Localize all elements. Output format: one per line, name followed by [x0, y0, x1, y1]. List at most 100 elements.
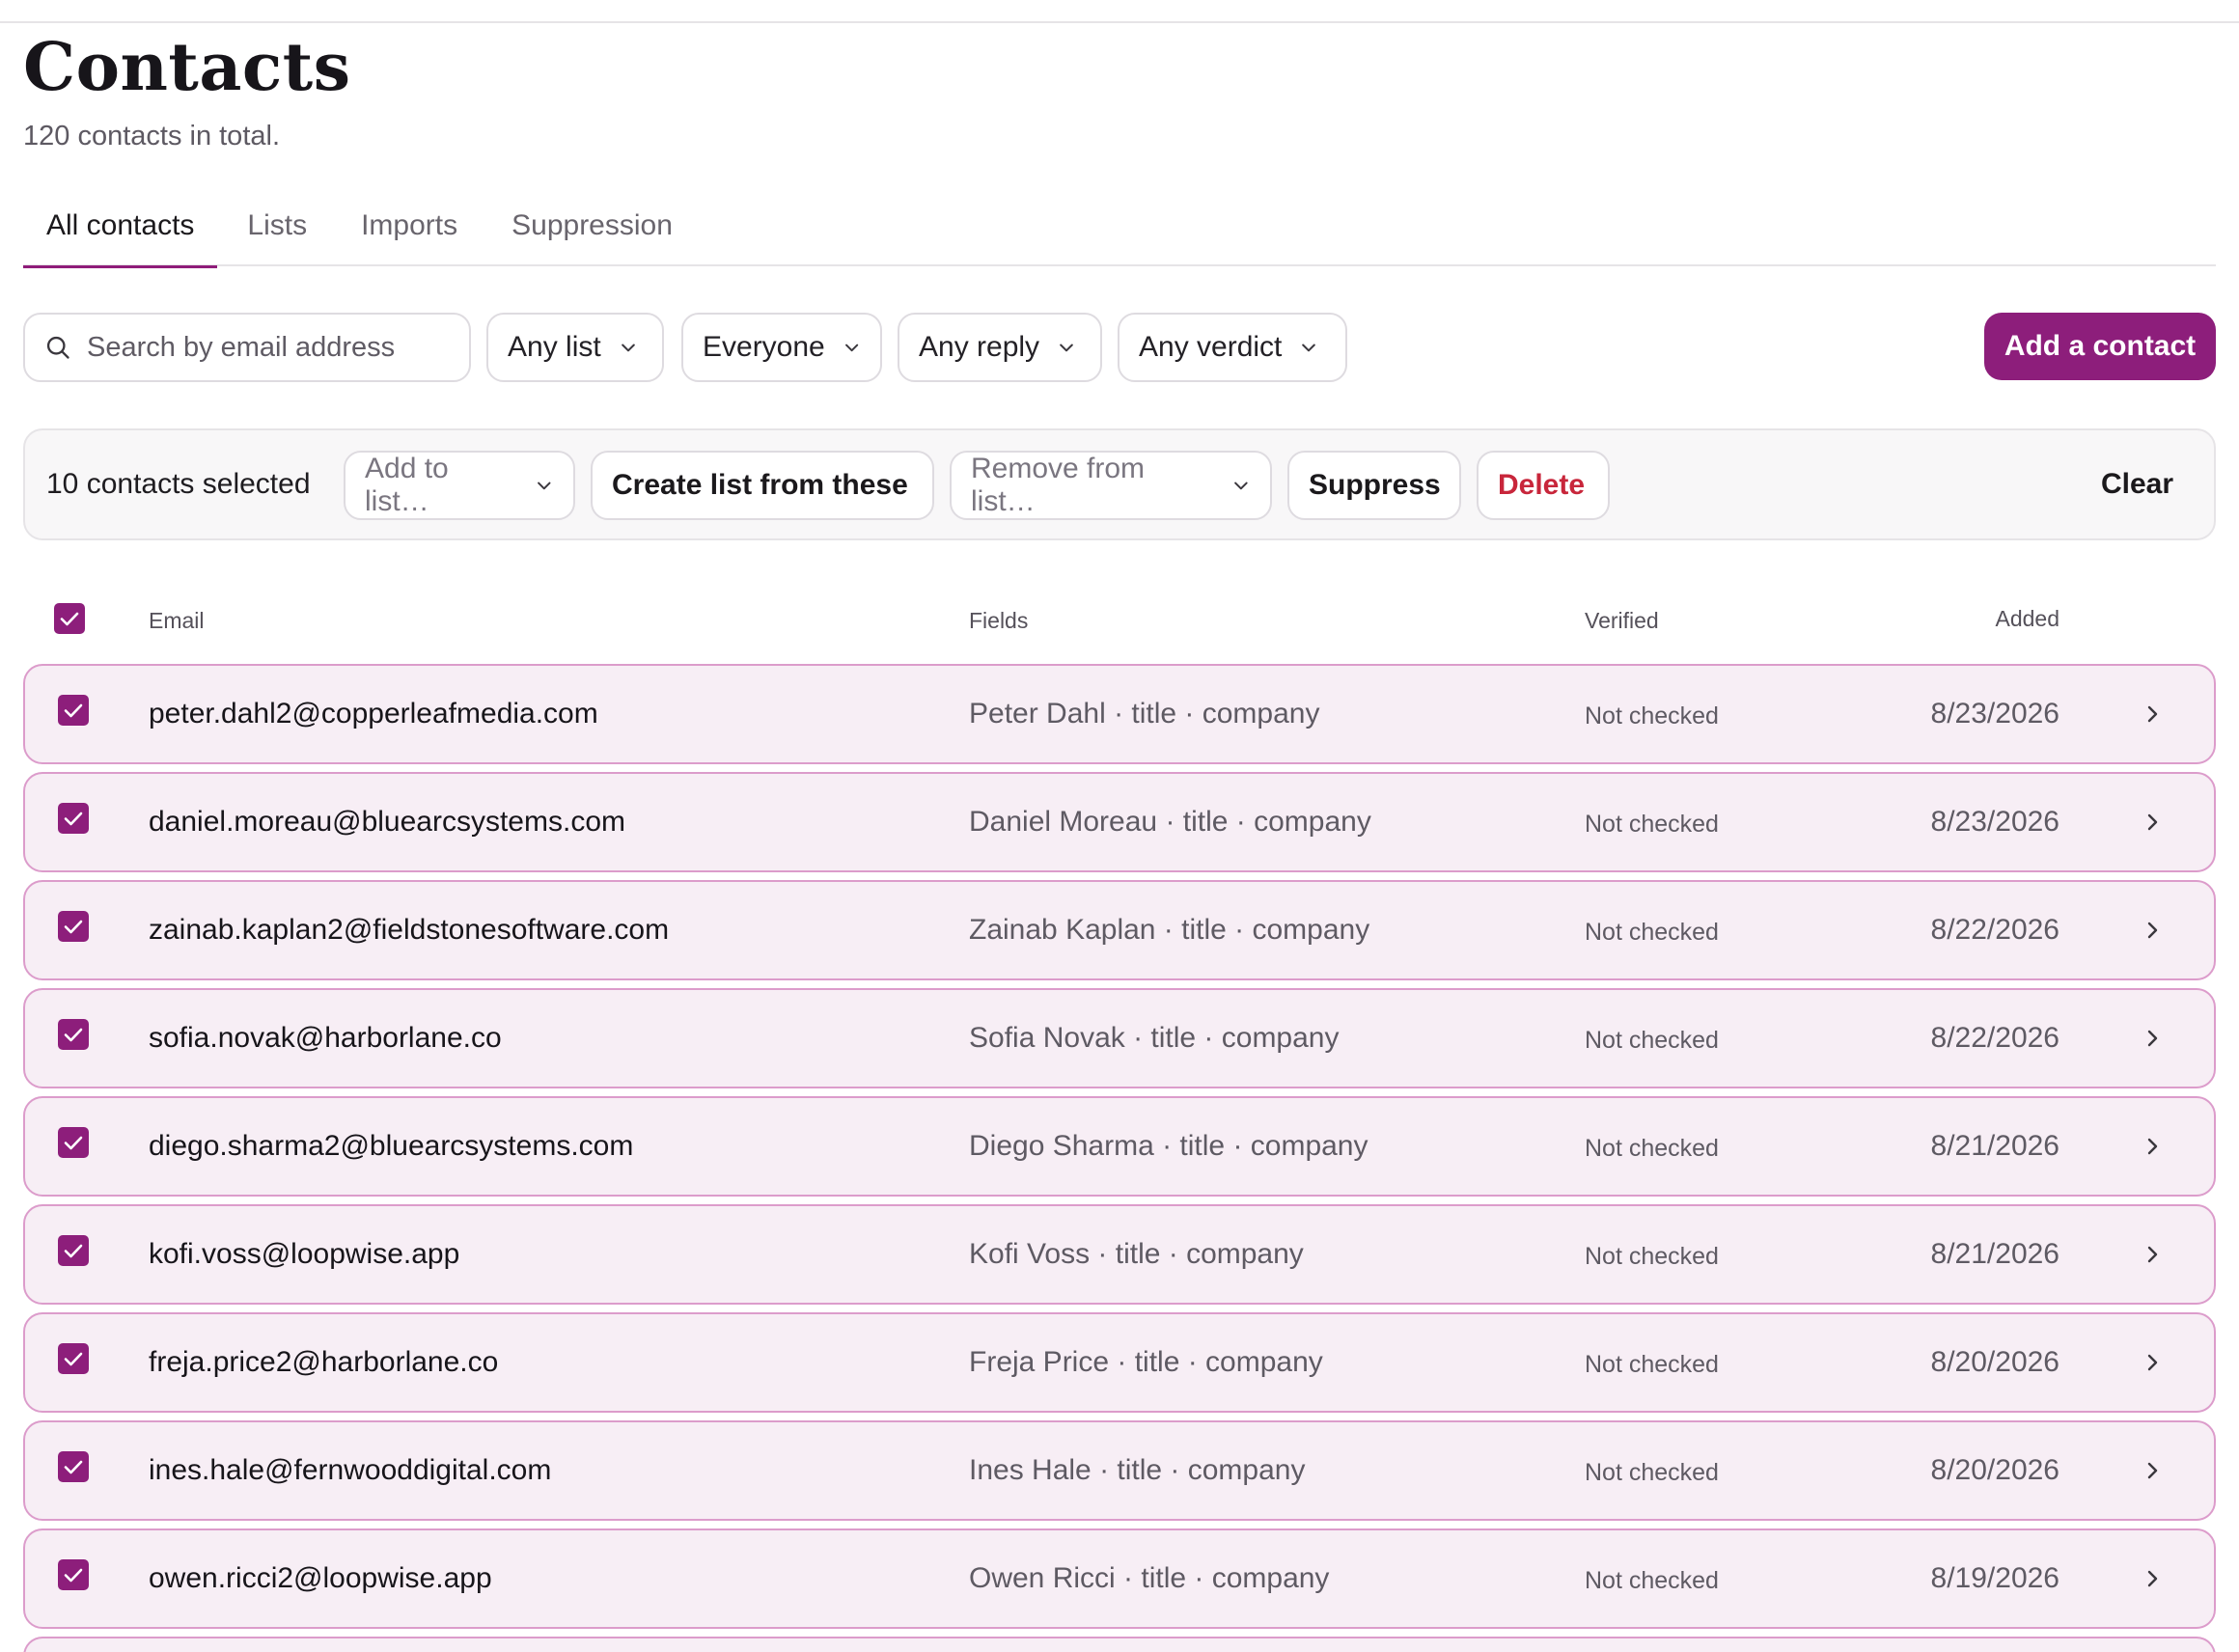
row-added: 8/23/2026	[1930, 698, 2059, 730]
row-added: 8/20/2026	[1930, 1346, 2059, 1378]
row-added: 8/21/2026	[1930, 1238, 2059, 1270]
row-email: freja.price2@harborlane.co	[149, 1346, 499, 1378]
audience-filter-dropdown[interactable]: Everyone	[681, 313, 882, 382]
search-placeholder: Search by email address	[87, 331, 396, 363]
table-row[interactable]: daniel.moreau@bluearcsystems.com Daniel …	[23, 772, 2216, 872]
row-checkbox[interactable]	[58, 803, 89, 834]
row-fields: Owen Ricci · title · company	[969, 1562, 1330, 1594]
row-checkbox[interactable]	[58, 1559, 89, 1590]
row-verified: Not checked	[1585, 1351, 1719, 1378]
add-to-list-dropdown[interactable]: Add to list…	[344, 451, 575, 520]
chevron-right-icon[interactable]	[2141, 811, 2164, 834]
checkbox-checked-icon	[64, 1568, 83, 1583]
row-checkbox[interactable]	[58, 1235, 89, 1266]
checkbox-checked-icon	[64, 1352, 83, 1366]
list-filter-dropdown[interactable]: Any list	[486, 313, 664, 382]
column-header-email[interactable]: Email	[149, 608, 205, 634]
checkbox-checked-icon	[64, 1244, 83, 1258]
verdict-filter-label: Any verdict	[1139, 331, 1283, 363]
contacts-count: 120 contacts in total.	[23, 121, 280, 151]
row-added: 8/22/2026	[1930, 914, 2059, 946]
table-row[interactable]: peter.dahl2@copperleafmedia.com Peter Da…	[23, 664, 2216, 764]
chevron-right-icon[interactable]	[2141, 1459, 2164, 1482]
row-added: 8/22/2026	[1930, 1022, 2059, 1054]
add-contact-button[interactable]: Add a contact	[1984, 313, 2216, 380]
chevron-down-icon	[844, 344, 858, 352]
table-row[interactable]: diego.sharma2@bluearcsystems.com Diego S…	[23, 1096, 2216, 1197]
clear-selection-button[interactable]: Clear	[2101, 430, 2173, 538]
checkbox-checked-icon	[60, 612, 79, 626]
column-header-added[interactable]: Added	[1995, 606, 2059, 632]
row-checkbox[interactable]	[58, 1343, 89, 1374]
filter-bar: Search by email address Any list Everyon…	[23, 313, 2216, 382]
row-checkbox[interactable]	[58, 911, 89, 942]
search-icon	[46, 336, 69, 359]
row-checkbox[interactable]	[58, 1451, 89, 1482]
remove-from-list-label: Remove from list…	[971, 453, 1146, 517]
chevron-right-icon[interactable]	[2141, 1243, 2164, 1266]
tab-lists[interactable]: Lists	[223, 203, 331, 266]
verdict-filter-dropdown[interactable]: Any verdict	[1118, 313, 1347, 382]
row-checkbox[interactable]	[58, 1019, 89, 1050]
table-header: Email Fields Verified Added	[23, 587, 2216, 654]
row-verified: Not checked	[1585, 1135, 1719, 1162]
row-added: 8/19/2026	[1930, 1562, 2059, 1594]
table-row[interactable]: freja.price2@harborlane.co Freja Price ·…	[23, 1312, 2216, 1413]
table-row[interactable]: ines.hale@fernwooddigital.com Ines Hale …	[23, 1420, 2216, 1521]
column-header-fields[interactable]: Fields	[969, 608, 1028, 634]
create-list-label: Create list from these	[612, 469, 908, 501]
row-verified: Not checked	[1585, 811, 1719, 838]
tab-all-contacts[interactable]: All contacts	[23, 203, 218, 268]
row-added: 8/23/2026	[1930, 806, 2059, 838]
page-title: Contacts	[23, 29, 351, 106]
checkbox-checked-icon	[64, 1460, 83, 1474]
row-email: peter.dahl2@copperleafmedia.com	[149, 698, 598, 730]
delete-button[interactable]: Delete	[1477, 451, 1610, 520]
table-row-partial[interactable]	[23, 1637, 2216, 1652]
checkbox-checked-icon	[64, 920, 83, 934]
row-verified: Not checked	[1585, 702, 1719, 730]
chevron-down-icon	[1302, 344, 1316, 352]
search-input[interactable]: Search by email address	[23, 313, 471, 382]
tab-bar: All contacts Lists Imports Suppression	[23, 203, 2216, 268]
reply-filter-dropdown[interactable]: Any reply	[898, 313, 1102, 382]
table-row[interactable]: owen.ricci2@loopwise.app Owen Ricci · ti…	[23, 1528, 2216, 1629]
selected-count: 10 contacts selected	[46, 468, 311, 500]
suppress-button[interactable]: Suppress	[1287, 451, 1461, 520]
select-all-checkbox[interactable]	[54, 603, 85, 634]
checkbox-checked-icon	[64, 812, 83, 826]
row-fields: Diego Sharma · title · company	[969, 1130, 1368, 1162]
row-email: zainab.kaplan2@fieldstonesoftware.com	[149, 914, 670, 946]
row-checkbox[interactable]	[58, 695, 89, 726]
row-checkbox[interactable]	[58, 1127, 89, 1158]
table-row[interactable]: zainab.kaplan2@fieldstonesoftware.com Za…	[23, 880, 2216, 980]
chevron-right-icon[interactable]	[2141, 702, 2164, 726]
row-email: sofia.novak@harborlane.co	[149, 1022, 502, 1054]
table-row[interactable]: sofia.novak@harborlane.co Sofia Novak · …	[23, 988, 2216, 1088]
chevron-right-icon[interactable]	[2141, 1351, 2164, 1374]
chevron-right-icon[interactable]	[2141, 1567, 2164, 1590]
chevron-down-icon	[538, 482, 551, 490]
create-list-button[interactable]: Create list from these	[591, 451, 934, 520]
delete-label: Delete	[1498, 469, 1586, 501]
checkbox-checked-icon	[64, 703, 83, 718]
column-header-verified[interactable]: Verified	[1585, 608, 1659, 634]
remove-from-list-dropdown[interactable]: Remove from list…	[950, 451, 1272, 520]
row-email: kofi.voss@loopwise.app	[149, 1238, 460, 1270]
row-email: daniel.moreau@bluearcsystems.com	[149, 806, 625, 838]
add-to-list-label: Add to list…	[365, 453, 449, 517]
row-added: 8/20/2026	[1930, 1454, 2059, 1486]
row-verified: Not checked	[1585, 1027, 1719, 1054]
tab-imports[interactable]: Imports	[337, 203, 482, 266]
table-row[interactable]: kofi.voss@loopwise.app Kofi Voss · title…	[23, 1204, 2216, 1305]
row-fields: Kofi Voss · title · company	[969, 1238, 1304, 1270]
row-fields: Peter Dahl · title · company	[969, 698, 1320, 730]
row-fields: Ines Hale · title · company	[969, 1454, 1306, 1486]
chevron-down-icon	[1234, 482, 1248, 490]
chevron-right-icon[interactable]	[2141, 919, 2164, 942]
audience-filter-label: Everyone	[703, 331, 825, 363]
chevron-right-icon[interactable]	[2141, 1027, 2164, 1050]
chevron-right-icon[interactable]	[2141, 1135, 2164, 1158]
row-verified: Not checked	[1585, 919, 1719, 946]
tab-suppression[interactable]: Suppression	[487, 203, 697, 266]
